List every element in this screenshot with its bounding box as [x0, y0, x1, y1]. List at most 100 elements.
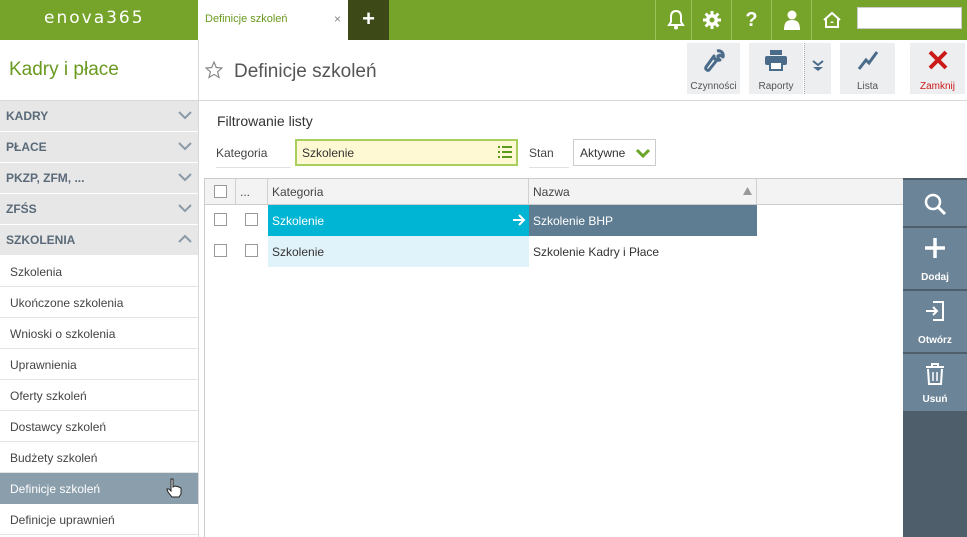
home-button[interactable]	[811, 0, 851, 40]
stan-select[interactable]: Aktywne	[573, 139, 656, 166]
help-button[interactable]: ?	[731, 0, 771, 40]
table-row[interactable]: Szkolenie Szkolenie BHP	[205, 205, 904, 236]
add-tab-button[interactable]: +	[348, 0, 389, 40]
settings-button[interactable]	[691, 0, 731, 40]
gear-icon	[702, 11, 721, 29]
cell-kategoria-value: Szkolenie	[272, 214, 325, 228]
chevron-down-icon	[635, 148, 651, 159]
search-input[interactable]	[857, 7, 962, 29]
tab-close-icon[interactable]: ×	[334, 12, 341, 26]
page-title: Definicje szkoleń	[234, 61, 377, 82]
sidebar-item-wnioski-o-szkolenia[interactable]: Wnioski o szkolenia	[0, 318, 198, 349]
favorite-star-icon[interactable]	[205, 61, 223, 79]
chevron-down-icon	[178, 142, 192, 151]
czynnosci-label: Czynności	[690, 81, 737, 92]
raporty-dropdown-button[interactable]	[804, 43, 831, 94]
section-label: PŁACE	[6, 140, 47, 154]
sidebar-section-place[interactable]: PŁACE	[0, 132, 198, 163]
row-select-cell	[205, 205, 268, 236]
notifications-button[interactable]	[655, 0, 695, 40]
printer-icon	[765, 50, 787, 71]
row-checkbox[interactable]	[214, 244, 227, 257]
row-checkbox-secondary[interactable]	[245, 244, 258, 257]
chart-line-icon	[857, 51, 878, 70]
grid-header: ... Kategoria Nazwa	[205, 179, 904, 205]
row-checkbox-secondary[interactable]	[245, 213, 258, 226]
user-button[interactable]	[771, 0, 811, 40]
kategoria-field[interactable]: Szkolenie	[295, 139, 518, 166]
help-icon: ?	[745, 8, 758, 31]
sidebar-item-oferty-szkolen[interactable]: Oferty szkoleń	[0, 380, 198, 411]
dodaj-button[interactable]: Dodaj	[903, 228, 967, 291]
sidebar-section-szkolenia[interactable]: SZKOLENIA	[0, 225, 198, 256]
sidebar-item-ukonczone-szkolenia[interactable]: Ukończone szkolenia	[0, 287, 198, 318]
search-button[interactable]	[903, 180, 967, 228]
czynnosci-button[interactable]: Czynności	[687, 43, 740, 94]
app-logo[interactable]: enova365	[0, 0, 198, 40]
data-grid: ... Kategoria Nazwa Szkolenie Szkolenie …	[204, 178, 904, 537]
chevron-down-icon	[178, 204, 192, 213]
section-label: ZFŚS	[6, 202, 37, 216]
plus-icon	[925, 238, 945, 258]
zamknij-label: Zamknij	[919, 81, 955, 92]
raporty-button[interactable]: Raporty	[749, 43, 803, 94]
tab-label: Definicje szkoleń	[205, 13, 288, 25]
page-header: Definicje szkoleń Czynności Raporty List…	[199, 40, 967, 101]
section-label: PKZP, ZFM, ...	[6, 171, 85, 185]
bell-icon	[666, 10, 685, 30]
user-icon	[783, 10, 800, 30]
otworz-button[interactable]: Otwórz	[903, 291, 967, 354]
close-icon	[928, 50, 947, 70]
cell-nazwa[interactable]: Szkolenie Kadry i Płace	[529, 236, 757, 267]
raporty-label: Raporty	[758, 81, 794, 92]
sidebar-section-zfss[interactable]: ZFŚS	[0, 194, 198, 225]
column-header-dots[interactable]: ...	[236, 179, 268, 204]
sidebar: Kadry i płace KADRY PŁACE PKZP, ZFM, ...…	[0, 40, 199, 537]
sidebar-section-pkzp[interactable]: PKZP, ZFM, ...	[0, 163, 198, 194]
column-header-kategoria[interactable]: Kategoria	[268, 179, 529, 204]
row-checkbox[interactable]	[214, 213, 227, 226]
tab-definicje-szkolen[interactable]: Definicje szkoleń ×	[198, 0, 348, 40]
stan-label: Stan	[529, 146, 554, 160]
table-row[interactable]: Szkolenie Szkolenie Kadry i Płace	[205, 236, 904, 267]
cell-kategoria[interactable]: Szkolenie	[268, 205, 529, 236]
filter-title: Filtrowanie listy	[217, 113, 313, 129]
otworz-label: Otwórz	[918, 335, 952, 346]
section-label: SZKOLENIA	[6, 233, 76, 247]
column-header-nazwa[interactable]: Nazwa	[529, 179, 757, 204]
zamknij-button[interactable]: Zamknij	[910, 43, 965, 94]
lista-button[interactable]: Lista	[840, 43, 895, 94]
stan-value: Aktywne	[580, 146, 626, 160]
open-icon	[926, 301, 944, 321]
stan-underline	[529, 167, 569, 168]
top-bar: enova365 Definicje szkoleń × + ?	[0, 0, 967, 40]
sidebar-item-uprawnienia[interactable]: Uprawnienia	[0, 349, 198, 380]
sidebar-item-definicje-uprawnien[interactable]: Definicje uprawnień	[0, 504, 198, 535]
sidebar-item-definicje-szkolen[interactable]: Definicje szkoleń	[0, 473, 198, 504]
select-all-checkbox[interactable]	[214, 185, 227, 198]
chevron-up-icon	[178, 234, 192, 243]
sidebar-item-budzety-szkolen[interactable]: Budżety szkoleń	[0, 442, 198, 473]
cell-kategoria[interactable]: Szkolenie	[268, 236, 529, 267]
kategoria-underline	[216, 167, 291, 168]
row-select-cell	[205, 236, 268, 267]
sidebar-item-dostawcy-szkolen[interactable]: Dostawcy szkoleń	[0, 411, 198, 442]
cell-nazwa[interactable]: Szkolenie BHP	[529, 205, 757, 236]
section-label: KADRY	[6, 109, 49, 123]
double-chevron-down-icon	[812, 60, 824, 71]
sidebar-section-kadry[interactable]: KADRY	[0, 101, 198, 132]
list-icon[interactable]	[498, 146, 512, 158]
select-all-cell	[205, 179, 236, 204]
chevron-down-icon	[178, 111, 192, 120]
kategoria-value: Szkolenie	[302, 146, 355, 160]
search-icon	[924, 193, 947, 216]
usun-label: Usuń	[922, 394, 948, 405]
hand-cursor-icon	[166, 478, 182, 498]
action-bar: Dodaj Otwórz Usuń	[903, 178, 967, 537]
sidebar-item-szkolenia[interactable]: Szkolenia	[0, 256, 198, 287]
kategoria-label: Kategoria	[216, 146, 268, 160]
chevron-down-icon	[178, 173, 192, 182]
sidebar-item-label: Definicje szkoleń	[10, 482, 101, 496]
column-header-nazwa-label: Nazwa	[533, 185, 570, 199]
usun-button[interactable]: Usuń	[903, 354, 967, 413]
